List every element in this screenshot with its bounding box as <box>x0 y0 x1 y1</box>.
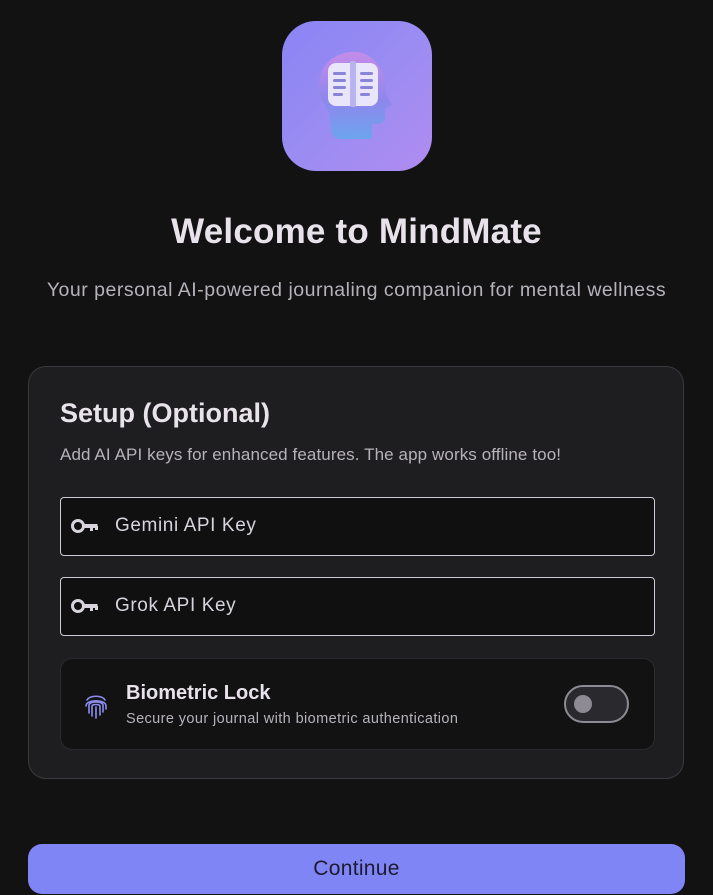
key-icon <box>71 519 98 533</box>
setup-card: Setup (Optional) Add AI API keys for enh… <box>28 366 684 779</box>
toggle-knob <box>574 695 592 713</box>
welcome-title: Welcome to MindMate <box>171 212 542 251</box>
setup-title: Setup (Optional) <box>60 398 270 428</box>
continue-button[interactable]: Continue <box>28 844 685 894</box>
brain-book-icon <box>319 52 392 139</box>
app-logo <box>282 21 432 171</box>
fingerprint-icon <box>85 695 107 719</box>
grok-api-key-label: Grok API Key <box>115 595 237 616</box>
biometric-lock-description: Secure your journal with biometric authe… <box>126 711 459 727</box>
welcome-subtitle: Your personal AI-powered journaling comp… <box>46 279 667 301</box>
setup-description: Add AI API keys for enhanced features. T… <box>60 445 562 464</box>
biometric-lock-toggle[interactable] <box>564 685 629 723</box>
grok-api-key-field[interactable]: Grok API Key <box>60 577 655 636</box>
gemini-api-key-label: Gemini API Key <box>115 515 257 536</box>
biometric-lock-setting: Biometric Lock Secure your journal with … <box>60 658 655 750</box>
biometric-lock-title: Biometric Lock <box>126 682 271 704</box>
gemini-api-key-field[interactable]: Gemini API Key <box>60 497 655 556</box>
key-icon <box>71 599 98 613</box>
